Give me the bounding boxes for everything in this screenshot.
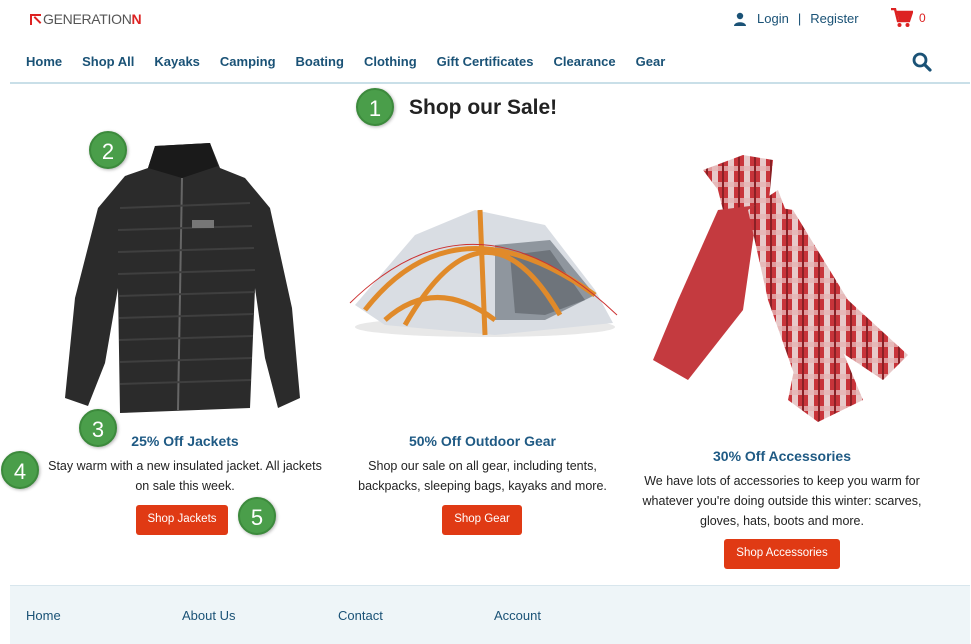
promo-accessories: 30% Off Accessories We have lots of acce… [632,448,932,531]
cart-button[interactable]: 0 [891,8,926,28]
search-icon[interactable] [912,52,932,72]
brand-logo[interactable]: GENERATION N [30,11,142,27]
register-link[interactable]: Register [810,11,858,26]
jacket-image[interactable] [60,138,305,420]
main-nav: Home Shop All Kayaks Camping Boating Clothing… [10,44,970,84]
footer-link-contact[interactable]: Contact [338,608,383,623]
top-bar: GENERATION N Login | Register 0 [0,0,971,40]
cart-count: 0 [919,11,926,25]
promo-gear: 50% Off Outdoor Gear Shop our sale on al… [345,433,620,496]
promo-title: 50% Off Outdoor Gear [408,433,557,449]
shop-gear-button[interactable]: Shop Gear [442,505,522,535]
nav-item-home[interactable]: Home [26,54,62,69]
footer-link-account[interactable]: Account [494,608,541,623]
nav-item-clearance[interactable]: Clearance [553,54,615,69]
shop-jackets-button[interactable]: Shop Jackets [136,505,228,535]
nav-list: Home Shop All Kayaks Camping Boating Clothing… [26,54,685,69]
nav-item-shop-all[interactable]: Shop All [82,54,134,69]
promo-text: Stay warm with a new insulated jacket. A… [48,459,322,493]
nav-item-gear[interactable]: Gear [636,54,666,69]
footer: Home About Us Contact Account [10,585,970,644]
annotation-badge-3: 3 [79,409,117,447]
user-icon [734,12,746,26]
promo-title: 30% Off Accessories [713,448,851,464]
scarf-image[interactable] [648,150,913,425]
logo-mark-icon [30,13,41,25]
nav-item-camping[interactable]: Camping [220,54,276,69]
logo-text: GENERATION [43,11,132,27]
page-title: Shop our Sale! [409,96,558,119]
tent-image[interactable] [345,195,620,345]
account-links: Login | Register [733,11,859,26]
footer-link-home[interactable]: Home [26,608,61,623]
promo-jackets: 25% Off Jackets Stay warm with a new ins… [40,433,330,496]
nav-item-clothing[interactable]: Clothing [364,54,417,69]
cart-icon [891,8,913,27]
annotation-badge-5: 5 [238,497,276,535]
nav-item-kayaks[interactable]: Kayaks [154,54,200,69]
annotation-badge-2: 2 [89,131,127,169]
promo-text: Shop our sale on all gear, including ten… [358,459,607,493]
annotation-badge-4: 4 [1,451,39,489]
logo-text-accent: N [131,11,142,27]
nav-item-gift-certificates[interactable]: Gift Certificates [437,54,534,69]
annotation-badge-1: 1 [356,88,394,126]
nav-item-boating[interactable]: Boating [296,54,344,69]
account-separator: | [797,11,802,26]
promo-text: We have lots of accessories to keep you … [642,474,922,528]
shop-accessories-button[interactable]: Shop Accessories [724,539,840,569]
login-link[interactable]: Login [757,11,789,26]
footer-link-about[interactable]: About Us [182,608,235,623]
